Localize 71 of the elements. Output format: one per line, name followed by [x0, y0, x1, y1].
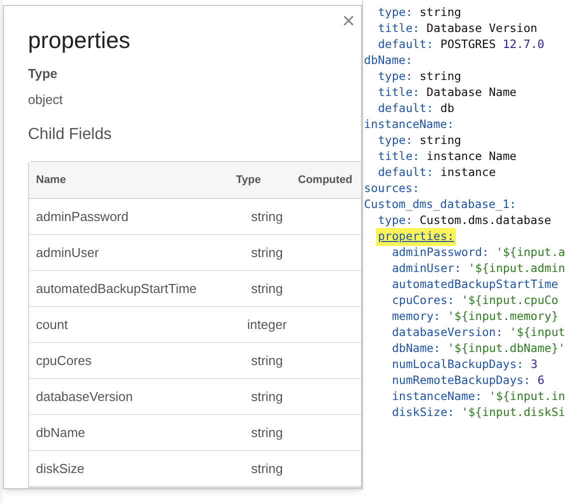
code-value: '${input.admin [468, 260, 566, 278]
code-value: '${input.diskSi [461, 404, 566, 422]
code-key: title: [378, 148, 420, 166]
code-key: instanceName: [392, 388, 482, 406]
table-cell-text: diskSize [35, 460, 86, 478]
code-key: memory: [392, 308, 440, 326]
table-cell-text: dbName [35, 424, 86, 442]
table-cell-text: string [250, 208, 284, 226]
table-cell-text: string [250, 244, 284, 262]
table-cell-text: adminUser [35, 244, 100, 262]
code-key: Custom_dms_database_1: [364, 196, 516, 214]
code-value: db [440, 100, 454, 118]
code-value: Database Version [426, 20, 538, 38]
code-key: databaseVersion: [392, 324, 503, 342]
table-cell-text: databaseVersion [35, 388, 134, 406]
code-value: 12.7.0 [502, 36, 544, 54]
code-key: type: [378, 212, 413, 230]
code-key: automatedBackupStartTime [392, 276, 558, 294]
table-cell-text: adminPassword [35, 208, 130, 226]
code-value: string [420, 68, 462, 86]
code-value: POSTGRES [440, 36, 496, 54]
code-value: instance Name [426, 148, 517, 166]
code-value: instance [440, 164, 496, 182]
code-key: type: [378, 68, 413, 86]
code-value: 6 [537, 372, 544, 390]
type-value: object [28, 90, 63, 109]
code-key: dbName: [364, 52, 412, 70]
type-label: Type [28, 65, 58, 83]
code-key: adminPassword: [392, 244, 489, 262]
section-title: Child Fields [28, 125, 112, 145]
code-key: cpuCores: [392, 292, 454, 310]
code-key: numLocalBackupDays: [392, 356, 524, 374]
table-cell-text: string [250, 460, 284, 478]
table-cell-text: count [35, 316, 69, 334]
code-value: '${input.memory} [447, 308, 558, 326]
code-key: type: [378, 132, 413, 150]
code-value: '${input.in [489, 388, 566, 406]
code-key: default: [378, 100, 434, 118]
column-header: Computed [298, 172, 352, 188]
code-key: sources: [364, 180, 420, 198]
code-key: instanceName: [364, 116, 454, 134]
code-key: title: [378, 20, 420, 38]
column-header: Name [35, 172, 67, 188]
dialog-title: properties [28, 26, 130, 54]
code-value: '${input.dbName}' [447, 340, 566, 358]
table-cell-text: string [250, 280, 284, 298]
code-key: title: [378, 84, 420, 102]
column-header: Type [236, 172, 262, 188]
code-key: numRemoteBackupDays: [392, 372, 530, 390]
table-cell-text: integer [246, 316, 288, 334]
table-cell-text: automatedBackupStartTime [35, 280, 198, 298]
code-key: default: [378, 36, 434, 54]
table-cell-text: cpuCores [35, 352, 93, 370]
table-cell-text: string [250, 424, 284, 442]
code-value: Custom.dms.database [420, 212, 552, 230]
code-value: '${input [510, 324, 566, 342]
code-value: Database Name [426, 84, 517, 102]
code-value: string [420, 4, 462, 22]
code-key: diskSize: [392, 404, 454, 422]
code-key: type: [378, 4, 413, 22]
code-value: '${input.a [496, 244, 566, 262]
code-value: 3 [530, 356, 538, 374]
code-key: properties: [376, 228, 456, 246]
table-cell-text: string [250, 388, 284, 406]
code-value: string [420, 132, 462, 150]
code-key: dbName: [392, 340, 440, 358]
code-value: '${input.cpuCo [461, 292, 558, 310]
table-cell-text: string [250, 352, 284, 370]
code-key: adminUser: [392, 260, 462, 278]
code-key: default: [378, 164, 434, 182]
close-button[interactable]: × [342, 10, 355, 32]
